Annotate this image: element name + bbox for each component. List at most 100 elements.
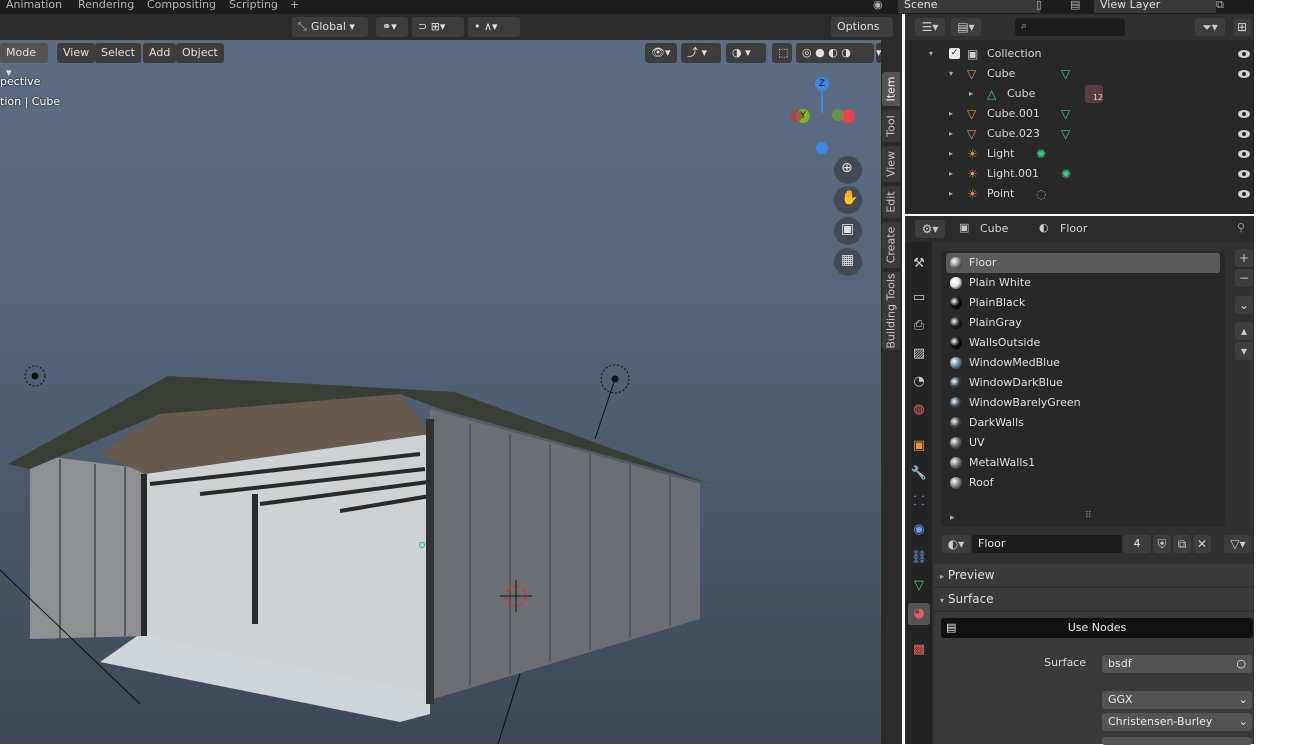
material-slot-item[interactable]: Plain White bbox=[946, 273, 1220, 293]
add-menu[interactable]: Add bbox=[143, 43, 177, 63]
outliner-row[interactable]: ▸ ☀ Light.001 ✺ bbox=[905, 164, 1254, 184]
eye-icon[interactable] bbox=[1238, 130, 1250, 138]
light-data-icon[interactable]: ◌ bbox=[1036, 184, 1046, 204]
distribution-dropdown[interactable]: GGX ⌄ bbox=[1102, 691, 1252, 709]
scene-tab-icon[interactable]: ◔ bbox=[908, 371, 930, 393]
disclosure-arrow-icon[interactable]: ▸ bbox=[949, 124, 953, 144]
exclude-checkbox[interactable]: ✓ bbox=[949, 48, 960, 59]
move-down-icon[interactable]: ▾ bbox=[1235, 342, 1253, 360]
output-tab-icon[interactable]: ⎙ bbox=[908, 315, 930, 337]
eye-icon[interactable] bbox=[1238, 150, 1250, 158]
disclosure-arrow-icon[interactable]: ▾ bbox=[949, 64, 953, 84]
camera-view-icon[interactable]: ▣ bbox=[834, 217, 862, 245]
tab-view[interactable]: View bbox=[882, 146, 900, 182]
material-name-field[interactable]: Floor bbox=[972, 535, 1122, 553]
disclosure-arrow-icon[interactable]: ▸ bbox=[949, 184, 953, 204]
eye-icon[interactable] bbox=[1238, 50, 1250, 58]
outliner-row[interactable]: ▾ ✓ ▣ Collection bbox=[905, 44, 1254, 64]
fake-user-icon[interactable]: ⛨ bbox=[1153, 535, 1171, 553]
material-slot-item[interactable]: WindowDarkBlue bbox=[946, 373, 1220, 393]
duplicate-icon[interactable]: ⧉ bbox=[1173, 535, 1191, 553]
view-layer-icon[interactable]: ▤ bbox=[1064, 0, 1086, 13]
light-data-icon[interactable]: ✺ bbox=[1061, 164, 1071, 184]
material-slot-item[interactable]: WindowBarelyGreen bbox=[946, 393, 1220, 413]
outliner-row[interactable]: ▸ ☀ Point ◌ bbox=[905, 184, 1254, 204]
display-mode-icon[interactable]: ▤▾ bbox=[951, 18, 981, 36]
material-badge-icon[interactable]: 12 bbox=[1085, 85, 1103, 103]
eye-icon[interactable] bbox=[1238, 170, 1250, 178]
material-tab-icon[interactable]: ◕ bbox=[908, 603, 930, 625]
material-slot-item[interactable]: WindowMedBlue bbox=[946, 353, 1220, 373]
mesh-data-icon[interactable]: ▽ bbox=[1061, 124, 1070, 144]
material-slot-item[interactable]: Floor bbox=[946, 253, 1220, 273]
list-resize-handle[interactable]: ⠿ bbox=[1085, 511, 1092, 521]
zoom-icon[interactable]: ⊕ bbox=[834, 156, 862, 184]
z-axis-icon[interactable]: Z bbox=[815, 77, 829, 91]
tab-animation[interactable]: Animation bbox=[0, 0, 68, 13]
subsurface-method-dropdown[interactable]: Christensen-Burley ⌄ bbox=[1102, 713, 1252, 731]
visibility-icon[interactable]: 👁▾ bbox=[645, 43, 677, 63]
mode-dropdown[interactable]: Mode ▾ bbox=[0, 43, 48, 79]
eye-icon[interactable] bbox=[1238, 190, 1250, 198]
tab-scripting[interactable]: Scripting bbox=[223, 0, 284, 13]
browse-material-icon[interactable]: ◐▾ bbox=[942, 535, 970, 553]
editor-type-icon[interactable]: ☰▾ bbox=[915, 18, 945, 36]
disclosure-arrow-icon[interactable]: ▸ bbox=[949, 144, 953, 164]
view-layer-copy-icon[interactable]: ⧉ bbox=[1210, 0, 1230, 13]
pin-icon[interactable]: ⚲ bbox=[1237, 221, 1245, 234]
properties-editor-type-icon[interactable]: ⚙▾ bbox=[915, 220, 945, 238]
user-count-badge[interactable]: 4 bbox=[1123, 535, 1151, 553]
scene-selector[interactable]: Scene bbox=[898, 0, 1040, 13]
modifier-tab-icon[interactable]: 🔧 bbox=[908, 463, 930, 485]
data-tab-icon[interactable]: ▽ bbox=[908, 575, 930, 597]
pivot-point-icon[interactable]: ⚭▾ bbox=[376, 17, 408, 37]
disclosure-arrow-icon[interactable]: ▸ bbox=[949, 164, 953, 184]
select-menu[interactable]: Select bbox=[95, 43, 141, 63]
disclosure-arrow-icon[interactable]: ▸ bbox=[969, 84, 973, 104]
preview-panel-header[interactable]: ▸ Preview bbox=[934, 564, 1254, 586]
pan-hand-icon[interactable]: ✋ bbox=[834, 186, 862, 214]
disclosure-arrow-icon[interactable]: ▾ bbox=[929, 44, 933, 64]
tab-building-tools[interactable]: Building Tools bbox=[882, 272, 900, 350]
eye-icon[interactable] bbox=[1238, 110, 1250, 118]
overlays-icon[interactable]: ◑ ▾ bbox=[726, 43, 766, 63]
neg-z-axis-icon[interactable] bbox=[816, 142, 828, 154]
view-menu[interactable]: View bbox=[57, 43, 96, 63]
outliner-row[interactable]: ▸ ▽ Cube.001 ▽ bbox=[905, 104, 1254, 124]
mesh-data-icon[interactable]: ▽ bbox=[1061, 64, 1070, 84]
tab-item[interactable]: Item bbox=[882, 72, 900, 106]
link-type-icon[interactable]: ▽▾ bbox=[1224, 535, 1252, 553]
add-slot-button[interactable]: + bbox=[1235, 249, 1253, 267]
navigation-gizmo[interactable]: Z Y bbox=[782, 74, 862, 164]
mesh-data-icon[interactable]: ▽ bbox=[1061, 104, 1070, 124]
tab-compositing[interactable]: Compositing bbox=[141, 0, 222, 13]
scene-new-icon[interactable]: ▯ bbox=[1030, 0, 1048, 13]
texture-tab-icon[interactable]: ▩ bbox=[908, 639, 930, 661]
outliner-search-input[interactable]: ⌕ bbox=[1015, 18, 1125, 36]
list-expand-icon[interactable]: ▸ bbox=[950, 513, 955, 523]
light-data-icon[interactable]: ✺ bbox=[1036, 144, 1046, 164]
unlink-icon[interactable]: ✕ bbox=[1193, 535, 1211, 553]
world-tab-icon[interactable]: ◍ bbox=[908, 399, 930, 421]
surface-panel-header[interactable]: ▾ Surface bbox=[934, 588, 1254, 610]
outliner-row[interactable]: ▸ △ Cube 12 bbox=[905, 84, 1254, 104]
proportional-edit-icon[interactable]: • ∧▾ bbox=[468, 17, 520, 37]
add-workspace-button[interactable]: + bbox=[284, 0, 305, 13]
eye-icon[interactable] bbox=[1238, 70, 1250, 78]
view-layer-selector[interactable]: View Layer bbox=[1094, 0, 1216, 13]
object-tab-icon[interactable]: ▣ bbox=[908, 435, 930, 457]
tab-edit[interactable]: Edit bbox=[882, 186, 900, 218]
perspective-grid-icon[interactable]: ▦ bbox=[834, 248, 862, 276]
material-slot-item[interactable]: Roof bbox=[946, 473, 1220, 493]
shading-modes[interactable]: ◎ ● ◐ ◑ bbox=[796, 43, 874, 63]
tab-tool[interactable]: Tool bbox=[882, 110, 900, 142]
new-collection-icon[interactable]: ⊞ bbox=[1233, 18, 1251, 36]
material-slot-item[interactable]: UV bbox=[946, 433, 1220, 453]
material-slot-item[interactable]: MetalWalls1 bbox=[946, 453, 1220, 473]
outliner-row[interactable]: ▸ ▽ Cube.023 ▽ bbox=[905, 124, 1254, 144]
outliner-row[interactable]: ▸ ☀ Light ✺ bbox=[905, 144, 1254, 164]
3d-viewport[interactable]: pective tion | Cube Z Y ⊕ ✋ ▣ ▦ bbox=[0, 14, 881, 744]
material-slot-item[interactable]: PlainBlack bbox=[946, 293, 1220, 313]
particles-tab-icon[interactable]: ⸬ bbox=[908, 491, 930, 513]
render-tab-icon[interactable]: ▭ bbox=[908, 287, 930, 309]
